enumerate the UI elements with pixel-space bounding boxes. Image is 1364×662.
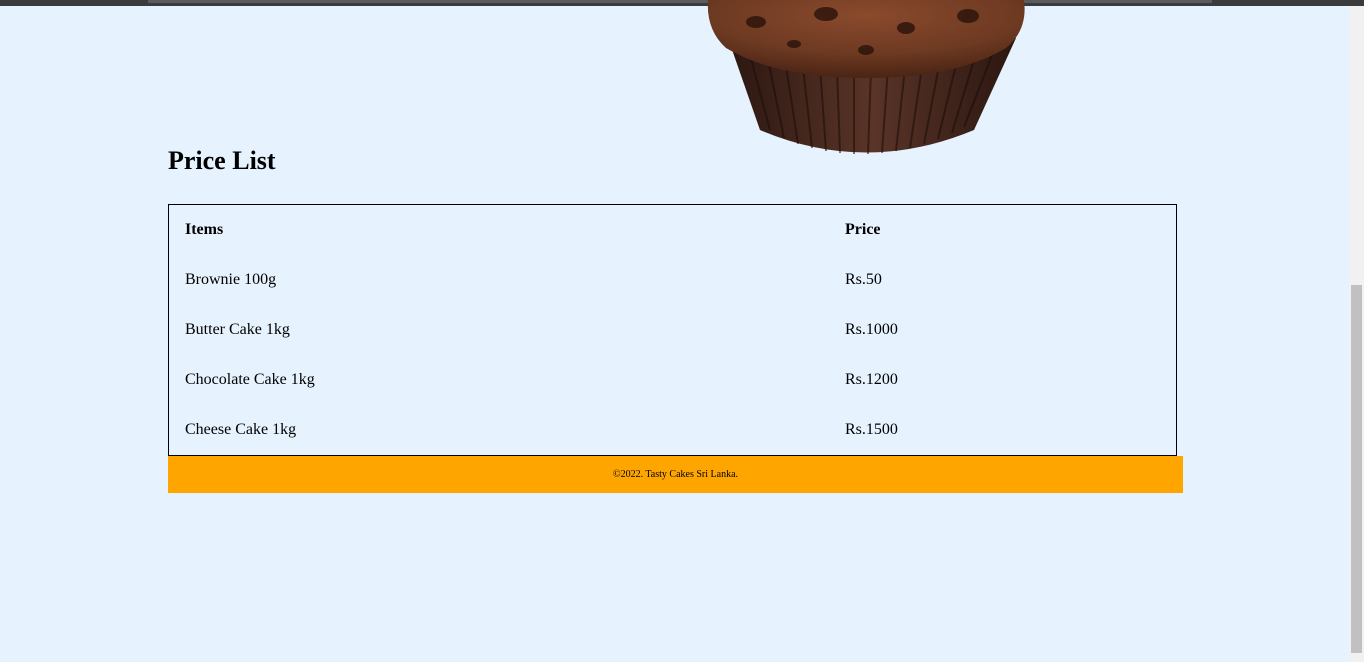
- item-price: Rs.1500: [845, 421, 898, 438]
- item-name: Cheese Cake 1kg: [185, 421, 297, 438]
- table-row: Butter Cake 1kg Rs.1000: [169, 305, 1176, 355]
- price-column-header: Price: [845, 221, 881, 238]
- item-price: Rs.1200: [845, 371, 898, 388]
- muffin-image: [707, 0, 1025, 155]
- table-row: Brownie 100g Rs.50: [169, 255, 1176, 305]
- browser-top-bar: [0, 0, 1364, 6]
- scrollbar-thumb[interactable]: [1351, 285, 1362, 653]
- item-name: Butter Cake 1kg: [185, 321, 290, 338]
- table-header-row: Items Price: [169, 205, 1176, 255]
- item-price: Rs.1000: [845, 321, 898, 338]
- page-scrollbar[interactable]: [1349, 6, 1364, 662]
- item-name: Chocolate Cake 1kg: [185, 371, 315, 388]
- table-row: Chocolate Cake 1kg Rs.1200: [169, 355, 1176, 405]
- items-column-header: Items: [185, 221, 224, 238]
- item-name: Brownie 100g: [185, 271, 277, 288]
- item-price: Rs.50: [845, 271, 882, 288]
- browser-top-bar-strip: [148, 0, 1212, 3]
- footer-copyright: ©2022. Tasty Cakes Sri Lanka.: [612, 469, 739, 480]
- page-title: Price List: [168, 146, 276, 175]
- table-row: Cheese Cake 1kg Rs.1500: [169, 405, 1176, 455]
- page-footer: ©2022. Tasty Cakes Sri Lanka.: [168, 456, 1183, 493]
- price-table: Items Price Brownie 100g Rs.50 Butter Ca…: [168, 204, 1177, 456]
